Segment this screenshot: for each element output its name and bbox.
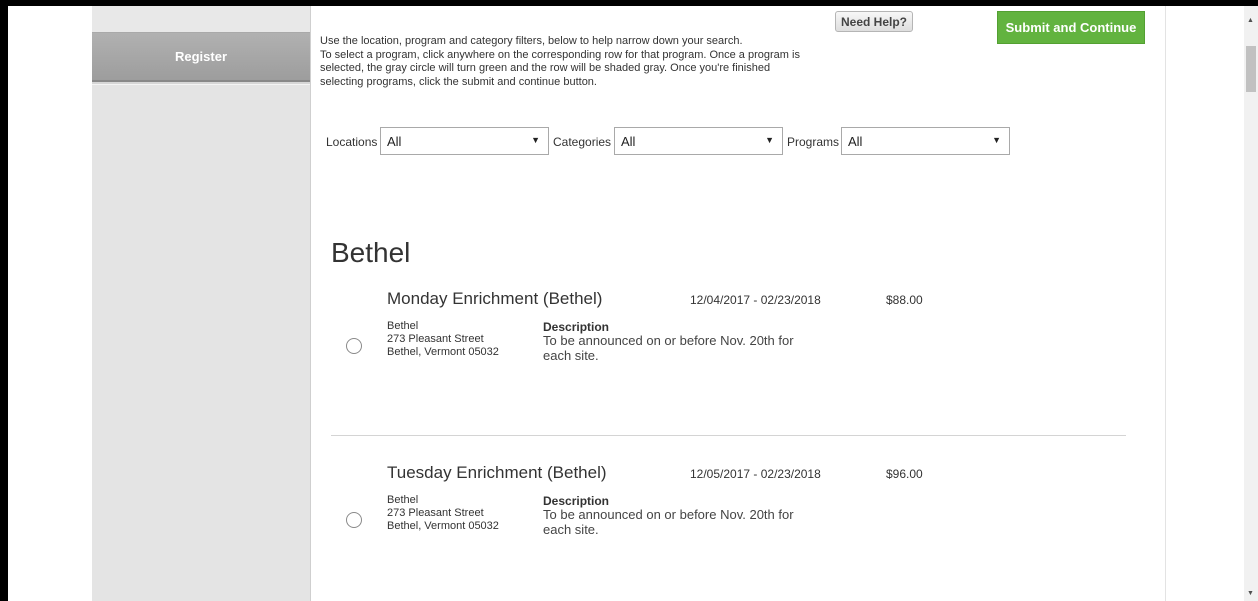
- description-label: Description: [543, 494, 610, 508]
- program-price: $88.00: [886, 293, 923, 307]
- instructions-line-2: To select a program, click anywhere on t…: [320, 48, 800, 88]
- program-select-radio[interactable]: [346, 512, 362, 528]
- need-help-button[interactable]: Need Help?: [835, 11, 913, 32]
- scroll-up-arrow-icon[interactable]: ▲: [1247, 17, 1254, 24]
- address-line: Bethel: [387, 320, 419, 332]
- content-border: [1165, 6, 1166, 601]
- caret-down-icon: ▼: [765, 135, 774, 145]
- description-text: To be announced on or before Nov. 20th f…: [543, 507, 794, 537]
- program-dates: 12/04/2017 - 02/23/2018: [690, 293, 821, 307]
- scroll-down-arrow-icon[interactable]: ▼: [1247, 590, 1254, 597]
- address-line: 273 Pleasant Street: [387, 507, 484, 519]
- section-title: Bethel: [331, 237, 411, 268]
- program-row[interactable]: Monday Enrichment (Bethel) 12/04/2017 - …: [331, 289, 1131, 429]
- sidebar-item-register-label: Register: [174, 49, 228, 64]
- caret-down-icon: ▼: [531, 135, 540, 145]
- address-line: 273 Pleasant Street: [387, 333, 484, 345]
- scrollbar-thumb[interactable]: [1246, 46, 1256, 92]
- caret-down-icon: ▼: [992, 135, 1001, 145]
- sidebar-top-block: [92, 6, 310, 32]
- description-text: To be announced on or before Nov. 20th f…: [543, 333, 794, 363]
- categories-filter-select[interactable]: All ▼: [614, 127, 783, 155]
- categories-filter-label: Categories: [553, 135, 612, 149]
- program-price: $96.00: [886, 467, 923, 481]
- program-name: Tuesday Enrichment (Bethel): [387, 463, 607, 482]
- programs-filter-label: Programs: [787, 135, 840, 149]
- program-row[interactable]: Tuesday Enrichment (Bethel) 12/05/2017 -…: [331, 463, 1131, 601]
- row-divider: [331, 435, 1126, 436]
- submit-and-continue-button[interactable]: Submit and Continue: [997, 11, 1145, 44]
- sidebar-divider: [92, 82, 310, 85]
- description-label: Description: [543, 320, 610, 334]
- program-address: Bethel 273 Pleasant Street Bethel, Vermo…: [387, 320, 499, 359]
- programs-filter-select[interactable]: All ▼: [841, 127, 1010, 155]
- locations-filter-label: Locations: [326, 135, 378, 149]
- page-scrollbar[interactable]: [1244, 6, 1258, 601]
- program-dates: 12/05/2017 - 02/23/2018: [690, 467, 821, 481]
- locations-filter-value: All: [387, 133, 402, 149]
- instructions-line-1: Use the location, program and category f…: [320, 35, 743, 47]
- program-address: Bethel 273 Pleasant Street Bethel, Vermo…: [387, 494, 499, 533]
- program-select-radio[interactable]: [346, 338, 362, 354]
- address-line: Bethel, Vermont 05032: [387, 346, 499, 358]
- categories-filter-value: All: [621, 133, 636, 149]
- instructions-text: Use the location, program and category f…: [320, 35, 800, 89]
- locations-filter-select[interactable]: All ▼: [380, 127, 549, 155]
- address-line: Bethel, Vermont 05032: [387, 520, 499, 532]
- sidebar-item-register[interactable]: Register: [92, 32, 310, 82]
- programs-filter-value: All: [848, 133, 863, 149]
- program-name: Monday Enrichment (Bethel): [387, 289, 603, 308]
- address-line: Bethel: [387, 494, 419, 506]
- sidebar: Register: [92, 6, 311, 601]
- window-frame-left: [0, 0, 8, 601]
